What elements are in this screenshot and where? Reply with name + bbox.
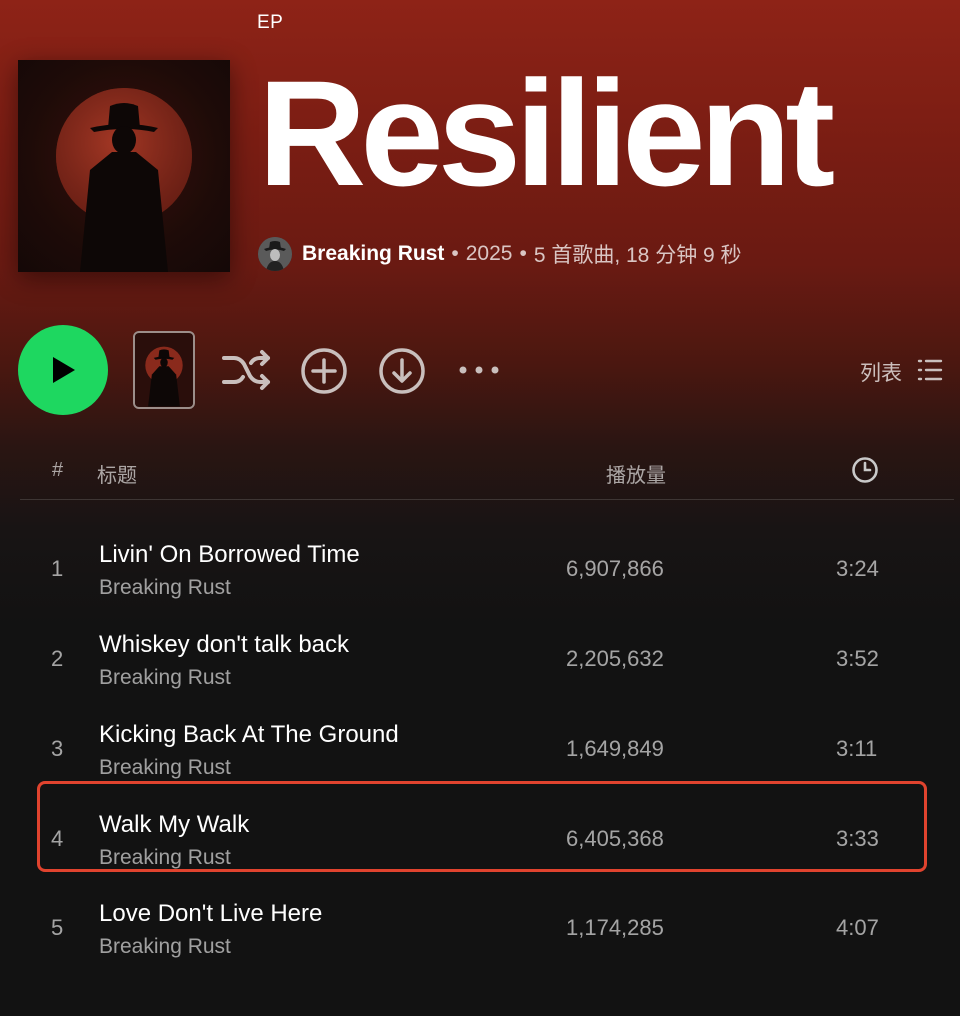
list-icon bbox=[917, 359, 943, 381]
track-number: 1 bbox=[51, 556, 64, 581]
download-icon bbox=[379, 348, 425, 394]
artist-name-link[interactable]: Breaking Rust bbox=[302, 242, 444, 266]
play-icon bbox=[53, 357, 75, 383]
artist-avatar[interactable] bbox=[258, 237, 292, 271]
album-cover-art bbox=[56, 88, 192, 272]
clock-icon bbox=[852, 457, 878, 483]
album-cover bbox=[18, 60, 230, 272]
track-artist[interactable]: Breaking Rust bbox=[99, 756, 231, 780]
track-plays: 6,907,866 bbox=[566, 556, 664, 581]
view-mode-label[interactable]: 列表 bbox=[860, 357, 902, 387]
download-button[interactable] bbox=[376, 345, 428, 397]
more-dots-icon bbox=[459, 366, 499, 374]
album-title: Resilient bbox=[258, 49, 835, 217]
shuffle-icon bbox=[222, 350, 270, 390]
track-title[interactable]: Livin' On Borrowed Time bbox=[99, 541, 360, 569]
track-row[interactable]: 1 Livin' On Borrowed Time Breaking Rust … bbox=[0, 529, 960, 613]
track-number: 5 bbox=[51, 915, 64, 940]
track-title[interactable]: Love Don't Live Here bbox=[99, 900, 322, 928]
column-header-title: 标题 bbox=[97, 465, 137, 487]
table-header-divider bbox=[20, 499, 954, 500]
album-preview-thumbnail[interactable] bbox=[133, 331, 195, 409]
track-artist[interactable]: Breaking Rust bbox=[99, 935, 231, 959]
artist-avatar-image bbox=[258, 237, 292, 271]
album-meta-row: Breaking Rust • 2025 • 5 首歌曲, 18 分钟 9 秒 bbox=[258, 236, 742, 272]
play-button[interactable] bbox=[18, 325, 108, 415]
plus-circle-icon bbox=[301, 348, 347, 394]
track-plays: 1,174,285 bbox=[566, 915, 664, 940]
track-plays: 2,205,632 bbox=[566, 646, 664, 671]
track-duration: 3:52 bbox=[836, 646, 879, 671]
track-plays: 1,649,849 bbox=[566, 736, 664, 761]
track-duration: 4:07 bbox=[836, 915, 879, 940]
track-title[interactable]: Whiskey don't talk back bbox=[99, 631, 349, 659]
more-options-button[interactable] bbox=[455, 352, 503, 388]
release-year: 2025 bbox=[465, 242, 513, 265]
track-row[interactable]: 2 Whiskey don't talk back Breaking Rust … bbox=[0, 619, 960, 703]
track-artist[interactable]: Breaking Rust bbox=[99, 576, 231, 600]
album-summary: 5 首歌曲, 18 分钟 9 秒 bbox=[533, 244, 742, 267]
track-number: 3 bbox=[51, 736, 64, 761]
meta-separator: • bbox=[519, 242, 527, 265]
list-view-button[interactable] bbox=[917, 356, 943, 384]
column-header-number: # bbox=[52, 459, 64, 481]
track-duration: 3:11 bbox=[836, 736, 878, 761]
track-artist[interactable]: Breaking Rust bbox=[99, 666, 231, 690]
highlight-annotation-box bbox=[37, 781, 927, 872]
release-type-label: EP bbox=[257, 12, 284, 33]
column-header-plays: 播放量 bbox=[606, 465, 666, 487]
track-number: 2 bbox=[51, 646, 64, 671]
column-header-duration bbox=[851, 456, 879, 484]
add-to-library-button[interactable] bbox=[298, 345, 350, 397]
track-title[interactable]: Kicking Back At The Ground bbox=[99, 721, 399, 749]
shuffle-button[interactable] bbox=[218, 344, 274, 396]
track-row[interactable]: 5 Love Don't Live Here Breaking Rust 1,1… bbox=[0, 888, 960, 972]
track-duration: 3:24 bbox=[836, 556, 879, 581]
album-thumbnail-image bbox=[135, 333, 193, 407]
meta-separator: • bbox=[451, 242, 459, 265]
